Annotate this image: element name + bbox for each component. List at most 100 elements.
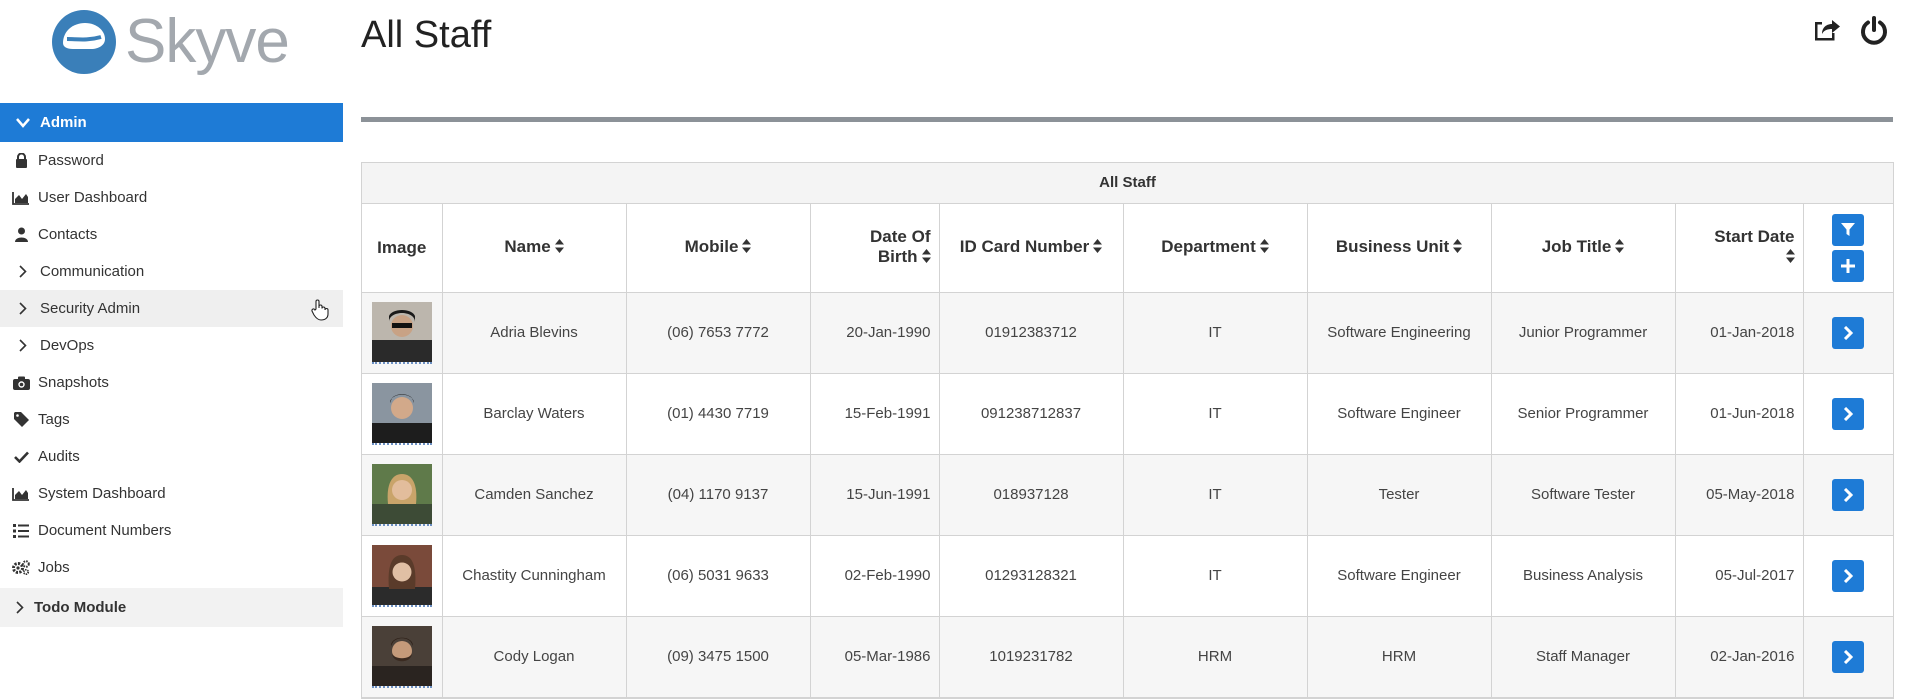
- staff-department: IT: [1123, 454, 1308, 536]
- staff-business-unit: HRM: [1307, 616, 1492, 698]
- table-row[interactable]: Camden Sanchez (04) 1170 9137 15-Jun-199…: [362, 454, 1893, 536]
- staff-mobile: (04) 1170 9137: [626, 454, 811, 536]
- power-logout-icon[interactable]: [1859, 16, 1889, 46]
- sidebar-item-label: Security Admin: [40, 300, 141, 317]
- camera-icon: [12, 374, 30, 392]
- open-row-button[interactable]: [1832, 316, 1865, 349]
- staff-mobile: (06) 5031 9633: [626, 535, 811, 617]
- sidebar-item-label: Password: [38, 152, 104, 169]
- staff-id-card: 091238712837: [939, 373, 1124, 455]
- sidebar-item-tags[interactable]: Tags: [0, 401, 343, 438]
- area-chart-icon: [12, 485, 30, 503]
- open-row-button[interactable]: [1832, 478, 1865, 511]
- table-row[interactable]: Adria Blevins (06) 7653 7772 20-Jan-1990…: [362, 292, 1893, 374]
- staff-business-unit: Software Engineering: [1307, 292, 1492, 374]
- column-header-image: Image: [362, 204, 443, 293]
- sidebar-item-contacts[interactable]: Contacts: [0, 216, 343, 253]
- staff-id-card: 01293128321: [939, 535, 1124, 617]
- chevron-right-icon: [16, 263, 30, 281]
- staff-photo-cell: [362, 292, 443, 374]
- page-title: All Staff: [361, 14, 492, 56]
- logo: Skyve: [51, 7, 290, 76]
- table-row[interactable]: Chastity Cunningham (06) 5031 9633 02-Fe…: [362, 535, 1893, 617]
- staff-name: Camden Sanchez: [442, 454, 627, 536]
- chevron-right-icon: [16, 601, 24, 614]
- staff-job-title: Software Tester: [1491, 454, 1676, 536]
- sort-icon: [1259, 238, 1269, 258]
- sidebar-item-label: System Dashboard: [38, 485, 166, 502]
- sidebar-group-admin[interactable]: Admin: [0, 103, 343, 142]
- sidebar-item-label: Document Numbers: [38, 522, 172, 539]
- column-header-date-of-birth[interactable]: Date Of Birth: [810, 204, 940, 293]
- column-header-start-date[interactable]: Start Date: [1675, 204, 1804, 293]
- row-action-cell: [1803, 616, 1893, 698]
- column-header-id-card-number[interactable]: ID Card Number: [939, 204, 1124, 293]
- row-action-cell: [1803, 454, 1893, 536]
- tag-icon: [12, 411, 30, 429]
- sidebar-item-document-numbers[interactable]: Document Numbers: [0, 512, 343, 549]
- staff-photo: [371, 463, 432, 526]
- chevron-right-icon: [16, 300, 30, 318]
- add-staff-button[interactable]: [1832, 249, 1865, 282]
- header-divider: [361, 117, 1893, 122]
- sidebar-group-todo-module[interactable]: Todo Module: [0, 588, 343, 627]
- staff-mobile: (09) 3475 1500: [626, 616, 811, 698]
- row-action-cell: [1803, 292, 1893, 374]
- sidebar-item-label: Jobs: [38, 559, 70, 576]
- sidebar-item-snapshots[interactable]: Snapshots: [0, 364, 343, 401]
- user-icon: [12, 226, 30, 244]
- sidebar-item-system-dashboard[interactable]: System Dashboard: [0, 475, 343, 512]
- staff-department: IT: [1123, 535, 1308, 617]
- sidebar: Skyve Admin Password User Dashboard Cont…: [0, 0, 343, 697]
- staff-department: IT: [1123, 292, 1308, 374]
- area-chart-icon: [12, 189, 30, 207]
- sidebar-item-security-admin[interactable]: Security Admin: [0, 290, 343, 327]
- sidebar-item-audits[interactable]: Audits: [0, 438, 343, 475]
- staff-photo: [371, 301, 432, 364]
- sidebar-item-communication[interactable]: Communication: [0, 253, 343, 290]
- staff-mobile: (01) 4430 7719: [626, 373, 811, 455]
- staff-name: Adria Blevins: [442, 292, 627, 374]
- plus-icon: [1841, 258, 1856, 273]
- skyve-logo-icon: [52, 10, 116, 74]
- lock-icon: [12, 152, 30, 170]
- grid-caption: All Staff: [362, 163, 1893, 204]
- staff-photo-cell: [362, 373, 443, 455]
- export-share-icon[interactable]: [1813, 16, 1841, 46]
- staff-dob: 05-Mar-1986: [810, 616, 940, 698]
- chevron-right-icon: [1844, 568, 1854, 583]
- open-row-button[interactable]: [1832, 397, 1865, 430]
- sidebar-group-label: Todo Module: [34, 599, 127, 616]
- sort-icon: [921, 248, 931, 268]
- staff-photo: [371, 382, 432, 445]
- sidebar-item-label: Tags: [38, 411, 70, 428]
- staff-job-title: Staff Manager: [1491, 616, 1676, 698]
- sidebar-item-label: Communication: [40, 263, 145, 280]
- top-toolbar: [1813, 16, 1889, 46]
- staff-dob: 15-Jun-1991: [810, 454, 940, 536]
- staff-business-unit: Software Engineer: [1307, 373, 1492, 455]
- staff-id-card: 1019231782: [939, 616, 1124, 698]
- column-header-job-title[interactable]: Job Title: [1491, 204, 1676, 293]
- sidebar-item-user-dashboard[interactable]: User Dashboard: [0, 179, 343, 216]
- staff-job-title: Business Analysis: [1491, 535, 1676, 617]
- table-row[interactable]: Cody Logan (09) 3475 1500 05-Mar-1986 10…: [362, 616, 1893, 698]
- open-row-button[interactable]: [1832, 559, 1865, 592]
- list-icon: [12, 522, 30, 540]
- filter-button[interactable]: [1832, 213, 1865, 246]
- staff-photo-cell: [362, 535, 443, 617]
- logo-text: Skyve: [125, 7, 290, 76]
- sidebar-item-password[interactable]: Password: [0, 142, 343, 179]
- chevron-down-icon: [16, 117, 30, 128]
- table-header-row: Image Name Mobile Date Of Birth ID Card N…: [362, 204, 1893, 293]
- table-row[interactable]: Barclay Waters (01) 4430 7719 15-Feb-199…: [362, 373, 1893, 455]
- sidebar-item-devops[interactable]: DevOps: [0, 327, 343, 364]
- sidebar-item-jobs[interactable]: Jobs: [0, 549, 343, 586]
- open-row-button[interactable]: [1832, 640, 1865, 673]
- column-header-department[interactable]: Department: [1123, 204, 1308, 293]
- sort-icon: [1785, 248, 1795, 268]
- column-header-business-unit[interactable]: Business Unit: [1307, 204, 1492, 293]
- column-header-mobile[interactable]: Mobile: [626, 204, 811, 293]
- column-header-name[interactable]: Name: [442, 204, 627, 293]
- row-action-cell: [1803, 373, 1893, 455]
